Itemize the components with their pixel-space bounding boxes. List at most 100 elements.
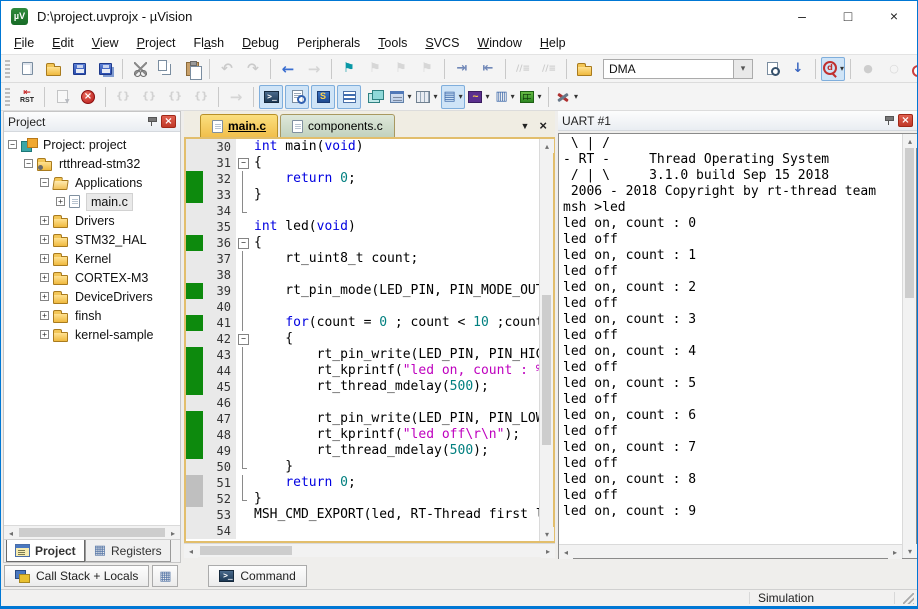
menu-view[interactable]: View bbox=[83, 33, 128, 53]
expand-icon[interactable]: + bbox=[40, 254, 49, 263]
new-file-button[interactable] bbox=[15, 57, 39, 81]
scroll-right-icon[interactable]: ▸ bbox=[541, 544, 555, 558]
menu-file[interactable]: File bbox=[5, 33, 43, 53]
close-panel-icon[interactable] bbox=[161, 115, 176, 128]
pin-icon[interactable] bbox=[146, 116, 157, 128]
expand-icon[interactable]: + bbox=[40, 273, 49, 282]
dropdown-icon[interactable]: ▾ bbox=[459, 92, 463, 101]
scrollbar-thumb[interactable] bbox=[19, 528, 165, 537]
scroll-down-icon[interactable]: ▾ bbox=[903, 544, 917, 558]
menu-debug[interactable]: Debug bbox=[233, 33, 288, 53]
tree-item-drivers[interactable]: +Drivers bbox=[4, 211, 180, 230]
redo-button[interactable]: ↷ bbox=[241, 57, 265, 81]
scroll-left-icon[interactable]: ◂ bbox=[184, 544, 198, 558]
cut-button[interactable] bbox=[128, 57, 152, 81]
insert-breakpoint-button[interactable]: ● bbox=[856, 57, 880, 81]
maximize-button[interactable]: □ bbox=[825, 1, 871, 31]
goto-prev-bookmark-button[interactable]: ⚑ bbox=[389, 57, 413, 81]
dropdown-icon[interactable]: ▾ bbox=[433, 92, 437, 101]
close-panel-icon[interactable] bbox=[898, 114, 913, 127]
tree-item-stm32-hal[interactable]: +STM32_HAL bbox=[4, 230, 180, 249]
uncomment-selection-button[interactable]: //≡ bbox=[537, 57, 561, 81]
collapse-icon[interactable]: − bbox=[8, 140, 17, 149]
combo-dropdown-icon[interactable]: ▾ bbox=[733, 60, 752, 78]
project-tree[interactable]: −Project: project−rtthread-stm32−Applica… bbox=[4, 132, 180, 525]
menu-flash[interactable]: Flash bbox=[185, 33, 234, 53]
scroll-left-icon[interactable]: ◂ bbox=[4, 526, 18, 540]
watch-window-button[interactable]: ▾ bbox=[389, 85, 413, 109]
paste-button[interactable] bbox=[180, 57, 204, 81]
undo-button[interactable]: ↶ bbox=[215, 57, 239, 81]
show-next-statement-button[interactable] bbox=[50, 85, 74, 109]
step-into-button[interactable]: {} bbox=[111, 85, 135, 109]
scrollbar-thumb[interactable] bbox=[905, 148, 914, 298]
code-area[interactable]: 30int main(void)31{32 return 0;33}3435in… bbox=[186, 139, 539, 541]
comment-selection-button[interactable]: //≡ bbox=[511, 57, 535, 81]
menu-svcs[interactable]: SVCS bbox=[416, 33, 468, 53]
navigate-forward-button[interactable]: → bbox=[302, 57, 326, 81]
fold-collapse-icon[interactable] bbox=[236, 331, 249, 347]
collapse-icon[interactable]: − bbox=[40, 178, 49, 187]
tab-registers[interactable]: ▦ Registers bbox=[85, 540, 171, 562]
find-in-files-button[interactable] bbox=[572, 57, 596, 81]
dropdown-icon[interactable]: ▾ bbox=[407, 92, 411, 101]
menu-edit[interactable]: Edit bbox=[43, 33, 83, 53]
collapse-icon[interactable]: − bbox=[24, 159, 33, 168]
menu-peripherals[interactable]: Peripherals bbox=[288, 33, 369, 53]
copy-button[interactable] bbox=[154, 57, 178, 81]
menu-tools[interactable]: Tools bbox=[369, 33, 416, 53]
scroll-left-icon[interactable]: ◂ bbox=[559, 545, 573, 559]
editor-vscrollbar[interactable]: ▴ ▾ bbox=[539, 139, 553, 541]
expand-icon[interactable]: + bbox=[40, 216, 49, 225]
dropdown-icon[interactable]: ▾ bbox=[511, 92, 515, 101]
toolbar-handle[interactable] bbox=[5, 60, 10, 78]
serial-window-button[interactable] bbox=[337, 85, 361, 109]
project-tree-hscrollbar[interactable]: ◂ ▸ bbox=[4, 525, 180, 539]
uart-hscrollbar[interactable]: ◂ ▸ bbox=[559, 544, 902, 558]
toolbar-handle[interactable] bbox=[5, 88, 10, 106]
enable-breakpoint-button[interactable]: ○ bbox=[882, 57, 906, 81]
open-file-button[interactable] bbox=[41, 57, 65, 81]
scroll-right-icon[interactable]: ▸ bbox=[166, 526, 180, 540]
expand-icon[interactable]: + bbox=[40, 235, 49, 244]
scroll-right-icon[interactable]: ▸ bbox=[888, 545, 902, 559]
tab-main-c[interactable]: main.c bbox=[200, 114, 278, 137]
callstack-tab[interactable]: Call Stack + Locals bbox=[4, 565, 149, 587]
expand-icon[interactable]: + bbox=[40, 330, 49, 339]
logic-analyzer-button[interactable]: ▾ bbox=[467, 85, 491, 109]
run-to-cursor-button[interactable]: {} bbox=[189, 85, 213, 109]
goto-next-bookmark-button[interactable]: ⚑ bbox=[363, 57, 387, 81]
tree-item-main-c[interactable]: +main.c bbox=[4, 192, 180, 211]
memory-window-shortcut-button[interactable]: ▦ bbox=[152, 565, 178, 587]
reset-button[interactable] bbox=[15, 85, 39, 109]
stop-debug-button[interactable] bbox=[76, 85, 100, 109]
tab-project[interactable]: Project bbox=[6, 540, 85, 562]
close-button[interactable]: × bbox=[871, 1, 917, 31]
save-all-button[interactable] bbox=[93, 57, 117, 81]
pin-icon[interactable] bbox=[883, 115, 894, 127]
close-document-icon[interactable]: × bbox=[539, 118, 547, 133]
scroll-down-icon[interactable]: ▾ bbox=[540, 527, 554, 541]
fold-collapse-icon[interactable] bbox=[236, 235, 249, 251]
unindent-button[interactable]: ⇤ bbox=[476, 57, 500, 81]
scroll-up-icon[interactable]: ▴ bbox=[540, 139, 554, 153]
save-button[interactable] bbox=[67, 57, 91, 81]
incremental-find-button[interactable]: ↓ bbox=[786, 57, 810, 81]
dropdown-icon[interactable]: ▾ bbox=[537, 92, 541, 101]
command-tab[interactable]: Command bbox=[208, 565, 306, 587]
menu-project[interactable]: Project bbox=[128, 33, 185, 53]
scrollbar-thumb[interactable] bbox=[542, 295, 551, 445]
toolbox-button[interactable]: ▾ bbox=[519, 85, 543, 109]
configure-tools-button[interactable]: ▾ bbox=[554, 85, 579, 109]
disable-all-breakpoints-button[interactable] bbox=[908, 57, 918, 81]
fold-collapse-icon[interactable] bbox=[236, 155, 249, 171]
scroll-up-icon[interactable]: ▴ bbox=[903, 134, 917, 148]
toggle-bookmark-button[interactable]: ⚑ bbox=[337, 57, 361, 81]
analysis-window-button[interactable] bbox=[363, 85, 387, 109]
tree-item-cortex-m3[interactable]: +CORTEX-M3 bbox=[4, 268, 180, 287]
disassembly-window-button[interactable] bbox=[285, 85, 309, 109]
step-over-button[interactable]: {} bbox=[137, 85, 161, 109]
menu-help[interactable]: Help bbox=[531, 33, 575, 53]
resize-grip[interactable] bbox=[903, 593, 914, 604]
minimize-button[interactable]: – bbox=[779, 1, 825, 31]
